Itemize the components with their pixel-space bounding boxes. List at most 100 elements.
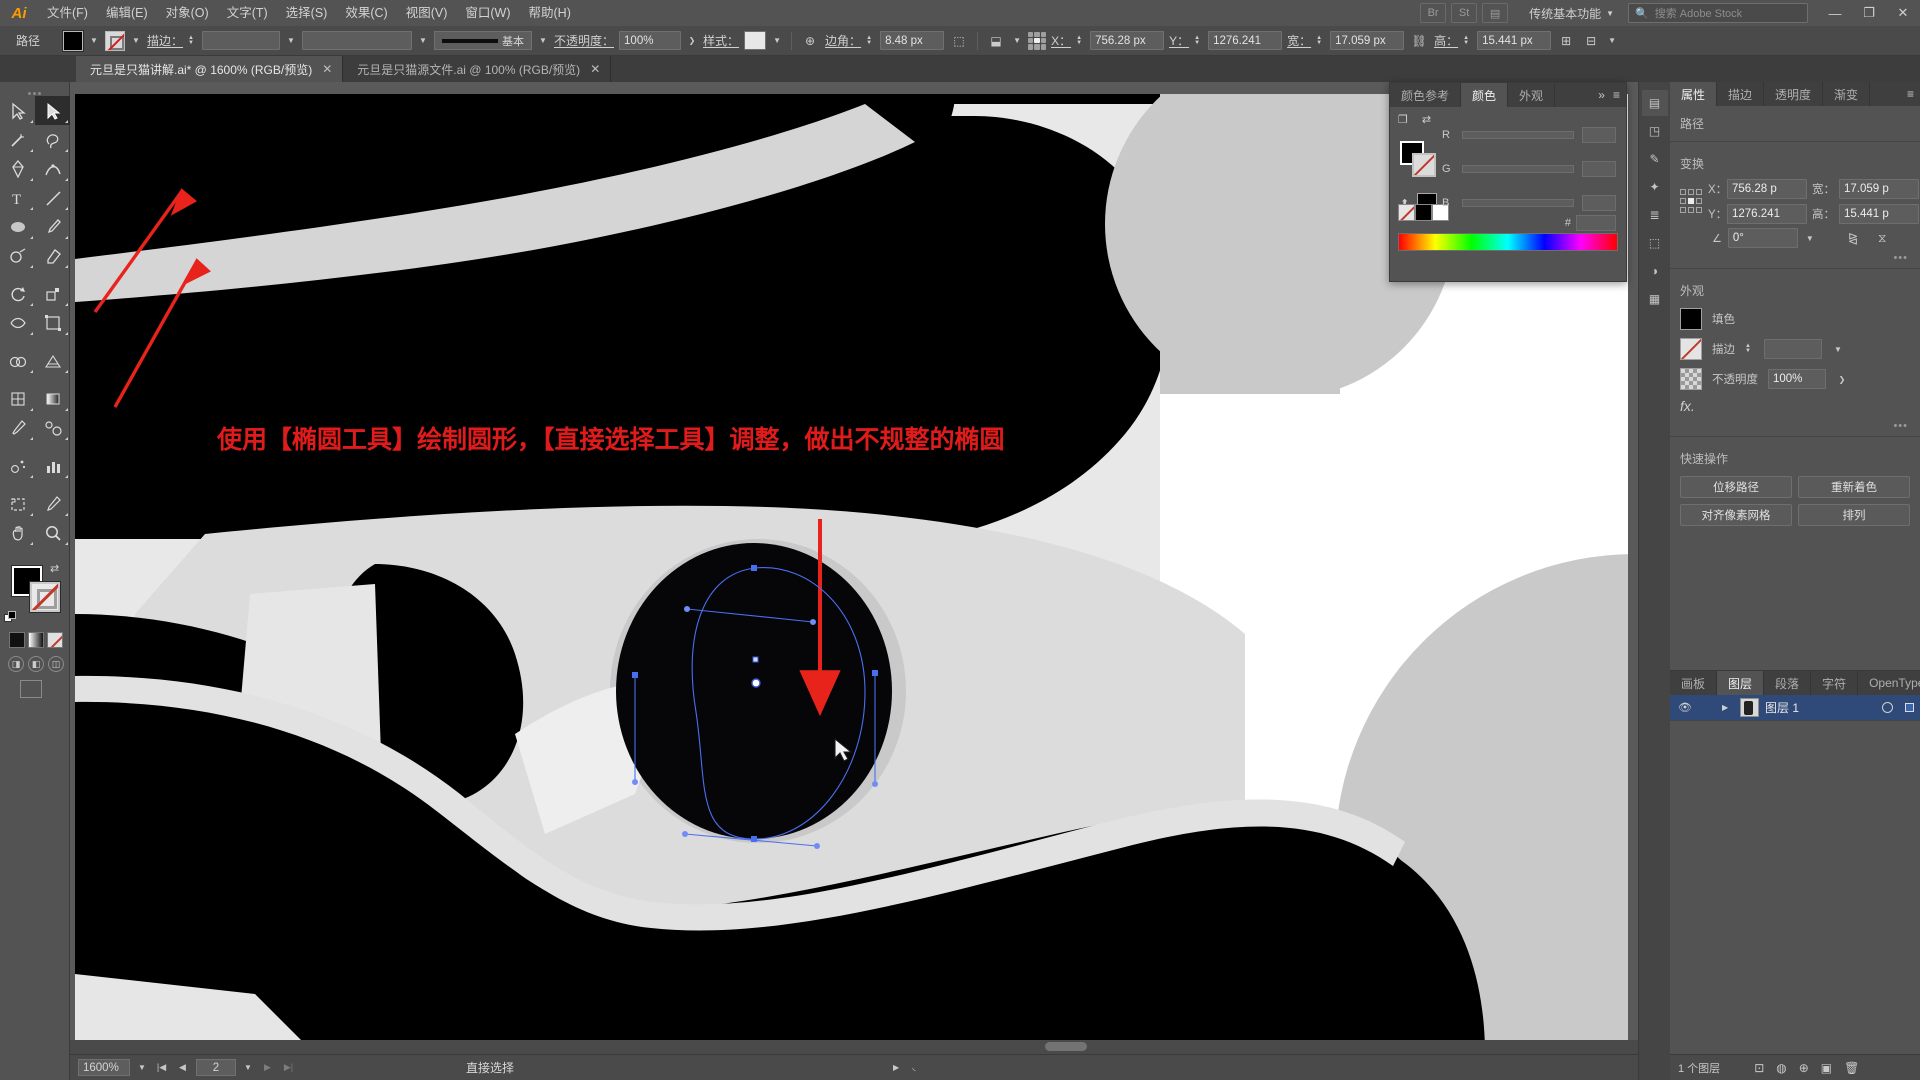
layer-target-icon[interactable]: [1882, 702, 1893, 713]
color-panel-menu[interactable]: » ≡: [1592, 83, 1626, 107]
type-tool[interactable]: T: [0, 183, 35, 212]
document-tab-1[interactable]: 元旦是只猫源文件.ai @ 100% (RGB/预览) ✕: [343, 56, 612, 82]
menu-item-4[interactable]: 选择(S): [277, 0, 337, 26]
locate-object-icon[interactable]: ⊡: [1754, 1061, 1764, 1075]
document-tab-close-icon[interactable]: ✕: [322, 62, 332, 76]
menu-item-3[interactable]: 文字(T): [218, 0, 277, 26]
make-clipping-mask-icon[interactable]: ◍: [1776, 1061, 1786, 1075]
channel-slider[interactable]: [1462, 131, 1574, 139]
new-layer-icon[interactable]: ▣: [1821, 1061, 1832, 1075]
blend-tool[interactable]: [35, 413, 70, 442]
tab-属性[interactable]: 属性: [1670, 82, 1718, 106]
ellipse-tool[interactable]: [0, 212, 35, 241]
minimize-button[interactable]: —: [1818, 0, 1852, 26]
paintbrush-tool[interactable]: [35, 212, 70, 241]
bridge-icon[interactable]: Br: [1420, 3, 1447, 23]
variable-width-profile-field[interactable]: [302, 31, 413, 50]
stroke-weight-field[interactable]: [202, 31, 281, 50]
prop-width-field[interactable]: 17.059 p: [1839, 179, 1919, 199]
appearance-stroke-chevron-down-icon[interactable]: ▼: [1832, 345, 1844, 354]
tab-段落[interactable]: 段落: [1764, 671, 1812, 695]
line-segment-tool[interactable]: [35, 183, 70, 212]
appearance-stroke-swatch[interactable]: [1680, 338, 1702, 360]
eyedropper-tool[interactable]: [0, 413, 35, 442]
prop-y-field[interactable]: 1276.241: [1727, 204, 1807, 224]
hex-field[interactable]: [1576, 215, 1616, 231]
graphic-style-swatch[interactable]: [744, 31, 767, 50]
appearance-stroke-weight-field[interactable]: [1764, 339, 1822, 359]
quick-action-位移路径[interactable]: 位移路径: [1680, 476, 1792, 498]
collapse-icon[interactable]: »: [1598, 88, 1605, 102]
libraries-rail-icon[interactable]: ◳: [1642, 118, 1668, 144]
quick-action-排列[interactable]: 排列: [1798, 504, 1910, 526]
curvature-tool[interactable]: [35, 154, 70, 183]
transform-more-options[interactable]: •••: [1670, 250, 1920, 264]
prev-artboard-icon[interactable]: ◀: [175, 1062, 190, 1073]
tab-透明度[interactable]: 透明度: [1764, 82, 1824, 106]
flip-horizontal-icon[interactable]: ⧎: [1848, 231, 1858, 245]
tab-图层[interactable]: 图层: [1717, 671, 1765, 695]
shape-options-icon[interactable]: ⬚: [949, 31, 969, 51]
menu-item-8[interactable]: 帮助(H): [520, 0, 580, 26]
zoom-tool[interactable]: [35, 518, 70, 547]
channel-slider[interactable]: [1462, 165, 1574, 173]
draw-inside-button[interactable]: ◫: [48, 656, 64, 672]
default-fill-stroke-icon[interactable]: [4, 611, 17, 624]
menu-item-6[interactable]: 视图(V): [397, 0, 457, 26]
properties-rail-icon[interactable]: ▤: [1641, 90, 1668, 116]
prop-x-field[interactable]: 756.28 p: [1727, 179, 1807, 199]
width-stepper[interactable]: ▲ ▼: [1316, 35, 1325, 46]
angle-chevron-down-icon[interactable]: ▼: [1804, 234, 1816, 243]
column-graph-tool[interactable]: [35, 451, 70, 480]
menu-item-7[interactable]: 窗口(W): [456, 0, 519, 26]
brush-definition-field[interactable]: 基本: [434, 31, 533, 50]
control-stroke-swatch[interactable]: [105, 30, 125, 51]
swap-fill-stroke-icon[interactable]: ⇄: [50, 562, 64, 576]
appearance-fill-swatch[interactable]: [1680, 308, 1702, 330]
symbol-sprayer-tool[interactable]: [0, 451, 35, 480]
status-flyout-icon[interactable]: ▶: [890, 1063, 902, 1072]
color-panel-stroke-swatch[interactable]: [1412, 153, 1436, 177]
artboard-number-field[interactable]: 2: [196, 1059, 236, 1076]
flip-vertical-icon[interactable]: ⧖: [1878, 231, 1886, 246]
canvas-horizontal-scrollbar[interactable]: [70, 1040, 1656, 1054]
prop-height-field[interactable]: 15.441 p: [1839, 204, 1919, 224]
appearance-opacity-field[interactable]: 100%: [1768, 369, 1826, 389]
brush-chevron-down-icon[interactable]: ▼: [537, 36, 549, 45]
align-chevron-down-icon[interactable]: ▼: [1606, 36, 1618, 45]
eraser-tool[interactable]: [35, 241, 70, 270]
shaper-tool[interactable]: [0, 241, 35, 270]
quick-action-重新着色[interactable]: 重新着色: [1798, 476, 1910, 498]
transform-rail-icon[interactable]: ⬚: [1642, 230, 1668, 256]
swatches-rail-icon[interactable]: ▦: [1642, 286, 1668, 312]
create-sublayer-icon[interactable]: ⊕: [1799, 1061, 1809, 1075]
panel-menu-icon[interactable]: ≡: [1907, 87, 1914, 101]
stroke-weight-chevron-down-icon[interactable]: ▼: [285, 36, 297, 45]
height-field[interactable]: 15.441 px: [1477, 31, 1552, 50]
channel-value-field[interactable]: [1582, 195, 1616, 211]
status-resize-icon[interactable]: ◟: [908, 1063, 920, 1072]
appearance-more-options[interactable]: •••: [1670, 418, 1920, 432]
corner-stepper[interactable]: ▲ ▼: [866, 35, 875, 46]
tab-字符[interactable]: 字符: [1811, 671, 1859, 695]
corner-radius-field[interactable]: 8.48 px: [880, 31, 945, 50]
document-tab-0[interactable]: 元旦是只猫讲解.ai* @ 1600% (RGB/预览) ✕: [76, 56, 344, 82]
last-artboard-icon[interactable]: ▶|: [281, 1062, 296, 1073]
zoom-level-field[interactable]: 1600%: [78, 1059, 130, 1076]
properties-reference-point[interactable]: [1680, 188, 1702, 215]
hand-tool[interactable]: [0, 518, 35, 547]
layer-visibility-icon[interactable]: 👁: [1676, 701, 1694, 714]
brushes-rail-icon[interactable]: ✎: [1642, 146, 1668, 172]
pathfinder-rail-icon[interactable]: ◑: [1642, 258, 1668, 284]
color-spectrum-bar[interactable]: [1398, 233, 1618, 251]
x-field[interactable]: 756.28 px: [1090, 31, 1165, 50]
next-artboard-icon[interactable]: ▶: [260, 1062, 275, 1073]
layer-selection-indicator[interactable]: [1905, 703, 1914, 712]
perspective-grid-tool[interactable]: [35, 346, 70, 375]
channel-value-field[interactable]: [1582, 127, 1616, 143]
channel-value-field[interactable]: [1582, 161, 1616, 177]
appearance-fx-row[interactable]: fx.: [1670, 394, 1920, 418]
stock-icon[interactable]: St: [1451, 3, 1478, 23]
panel-menu-icon[interactable]: ≡: [1613, 88, 1620, 102]
mesh-tool[interactable]: [0, 384, 35, 413]
